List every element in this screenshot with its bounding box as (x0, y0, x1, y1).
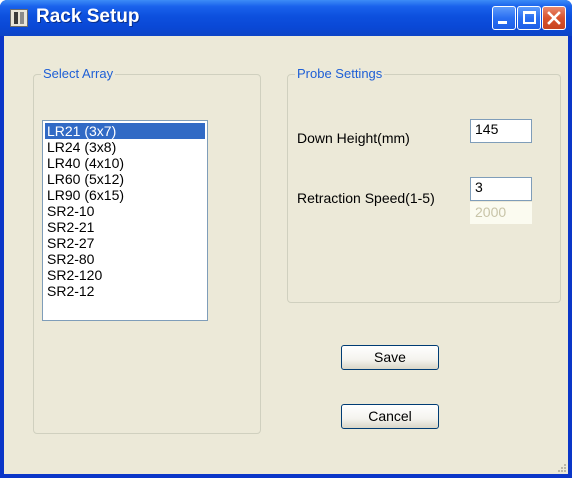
probe-settings-legend: Probe Settings (295, 66, 385, 81)
resize-grip-icon[interactable] (556, 462, 566, 472)
title-bar[interactable]: Rack Setup (0, 0, 572, 36)
list-item[interactable]: LR21 (3x7) (45, 123, 205, 139)
app-icon-bar-light (20, 12, 24, 24)
close-icon (547, 11, 561, 25)
retraction-speed-input[interactable]: 3 (470, 177, 532, 201)
select-array-legend: Select Array (41, 66, 116, 81)
list-item[interactable]: SR2-27 (45, 235, 205, 251)
list-item[interactable]: SR2-21 (45, 219, 205, 235)
speed-readonly-field: 2000 (470, 202, 532, 224)
save-button[interactable]: Save (341, 345, 439, 370)
probe-settings-group: Probe Settings Down Height(mm) 145 Retra… (287, 66, 561, 303)
retraction-speed-label: Retraction Speed(1-5) (297, 190, 435, 206)
array-listbox[interactable]: LR21 (3x7) LR24 (3x8) LR40 (4x10) LR60 (5x1… (42, 120, 208, 321)
close-button[interactable] (542, 6, 566, 30)
minimize-button[interactable] (492, 6, 516, 30)
list-item[interactable]: LR60 (5x12) (45, 171, 205, 187)
down-height-input[interactable]: 145 (470, 119, 532, 143)
list-item[interactable]: LR90 (6x15) (45, 187, 205, 203)
maximize-icon (523, 11, 536, 24)
app-icon-bar-dark (14, 12, 18, 24)
rack-setup-window: Rack Setup Select Array LR21 (3x7) LR24 (… (0, 0, 572, 478)
app-icon[interactable] (10, 9, 28, 27)
down-height-label: Down Height(mm) (297, 130, 410, 146)
list-item[interactable]: SR2-80 (45, 251, 205, 267)
client-area: Select Array LR21 (3x7) LR24 (3x8) LR40 (4… (4, 36, 568, 474)
cancel-button[interactable]: Cancel (341, 404, 439, 429)
list-item[interactable]: LR24 (3x8) (45, 139, 205, 155)
maximize-button[interactable] (517, 6, 541, 30)
window-title: Rack Setup (36, 6, 140, 27)
select-array-group: Select Array LR21 (3x7) LR24 (3x8) LR40 (4… (33, 66, 261, 434)
list-item[interactable]: SR2-120 (45, 267, 205, 283)
list-item[interactable]: SR2-10 (45, 203, 205, 219)
list-item[interactable]: LR40 (4x10) (45, 155, 205, 171)
minimize-icon (498, 21, 507, 24)
list-item[interactable]: SR2-12 (45, 283, 205, 299)
